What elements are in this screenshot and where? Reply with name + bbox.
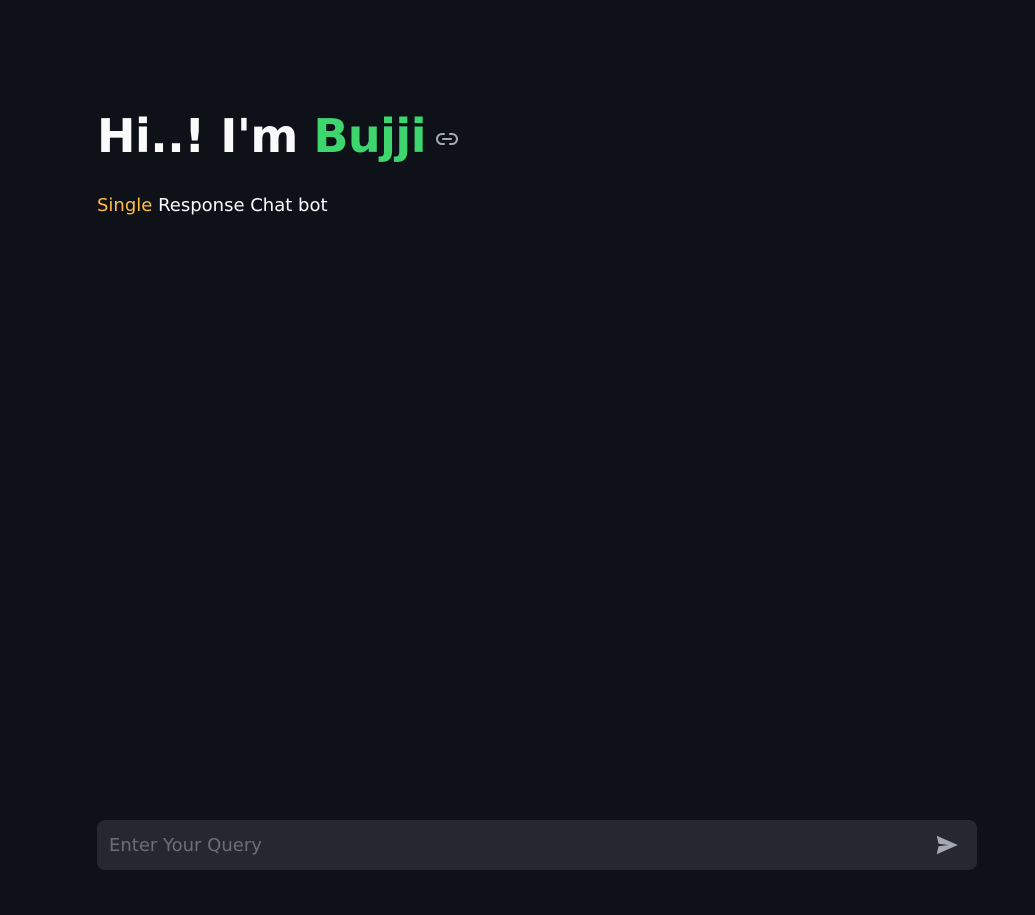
subtitle-rest: Response Chat bot xyxy=(152,195,328,216)
send-button[interactable] xyxy=(927,825,967,865)
page-subtitle: Single Response Chat bot xyxy=(97,192,977,220)
chat-input[interactable] xyxy=(97,820,927,870)
app-root: Hi..! I'm Bujji Single Response Chat bot xyxy=(0,0,1035,915)
chat-input-container xyxy=(97,820,977,870)
bot-name: Bujji xyxy=(313,109,426,163)
page-title-prefix: Hi..! I'm xyxy=(97,109,314,163)
main-content: Hi..! I'm Bujji Single Response Chat bot xyxy=(97,100,977,220)
link-icon[interactable] xyxy=(434,126,460,152)
title-row: Hi..! I'm Bujji xyxy=(97,100,977,172)
page-title: Hi..! I'm Bujji xyxy=(97,100,426,172)
send-icon xyxy=(936,835,958,855)
subtitle-highlight: Single xyxy=(97,195,153,216)
